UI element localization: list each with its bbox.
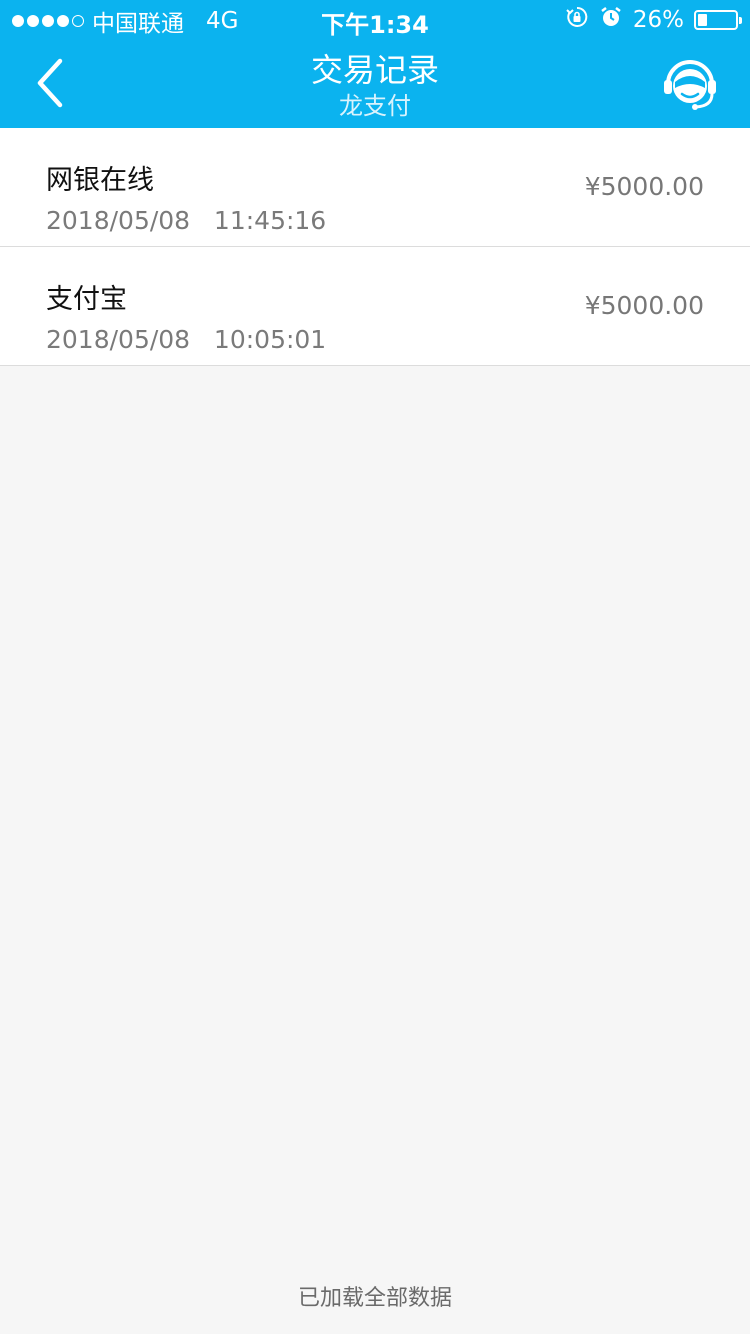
- rotation-lock-icon: [565, 5, 589, 35]
- battery-tip: [739, 17, 742, 24]
- customer-service-icon: [664, 60, 716, 110]
- transaction-time: 2018/05/08 10:05:01: [46, 325, 327, 354]
- load-complete-text: 已加载全部数据: [297, 1286, 452, 1311]
- battery-level: [698, 14, 708, 26]
- status-right: 26%: [565, 5, 742, 35]
- transaction-amount: ¥5000.00: [584, 172, 704, 201]
- nav-bar: 交易记录 龙支付: [0, 40, 750, 128]
- page-title: 交易记录: [310, 51, 439, 89]
- status-bar: 中国联通 4G 下午1:34 26%: [0, 0, 750, 40]
- customer-service-button[interactable]: [660, 54, 720, 114]
- page-subtitle: 龙支付: [339, 92, 411, 120]
- transaction-row[interactable]: 支付宝 2018/05/08 10:05:01 ¥5000.00: [0, 247, 750, 366]
- transaction-row[interactable]: 网银在线 2018/05/08 11:45:16 ¥5000.00: [0, 128, 750, 247]
- header-bar: 中国联通 4G 下午1:34 26% 交易记录 龙支付: [0, 0, 750, 128]
- alarm-clock-icon: [599, 5, 623, 35]
- battery-icon: [694, 10, 742, 30]
- transaction-amount: ¥5000.00: [584, 291, 704, 320]
- transaction-time: 2018/05/08 11:45:16: [46, 206, 327, 235]
- transaction-list: 网银在线 2018/05/08 11:45:16 ¥5000.00 支付宝 2018/0…: [0, 128, 750, 366]
- transaction-merchant: 支付宝: [46, 284, 127, 315]
- transaction-merchant: 网银在线: [46, 165, 154, 196]
- battery-percent: 26%: [632, 7, 684, 33]
